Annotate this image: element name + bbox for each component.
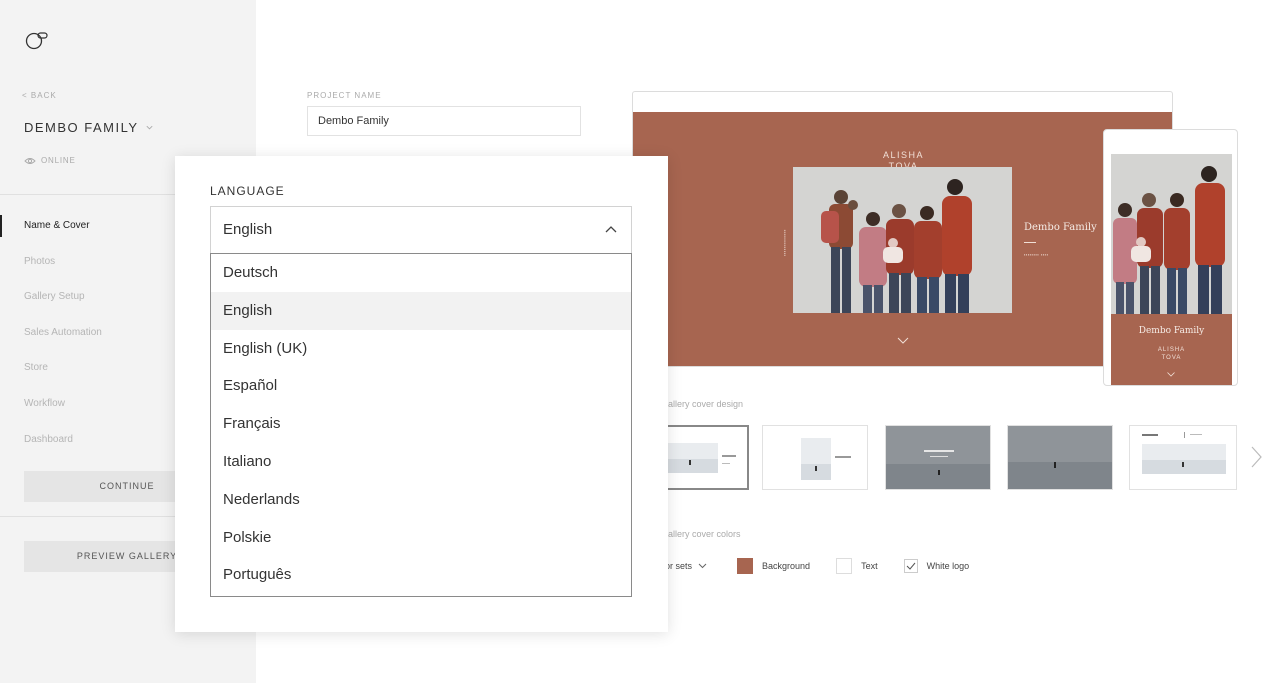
status-text: ONLINE [41,156,76,165]
project-title[interactable]: DEMBO FAMILY [24,120,154,135]
language-option-deutsch[interactable]: Deutsch [211,254,631,292]
text-swatch[interactable] [836,558,853,574]
cover-design-option[interactable] [1007,425,1113,490]
mobile-cover-background: Dembo Family ALISHA TOVA [1111,314,1232,385]
family-photo-image [793,167,1012,313]
cover-vertical-text: ▪▪▪▪▪▪▪▪▪▪▪▪▪▪ [781,229,787,256]
language-options-list: Deutsch English English (UK) Español Fra… [210,253,632,597]
project-name-label: PROJECT NAME [307,91,382,100]
cover-design-option[interactable] [664,425,749,490]
language-option-english-uk[interactable]: English (UK) [211,330,631,368]
chevron-down-icon [1167,372,1175,377]
desktop-preview: ALISHA TOVA ▪▪▪▪▪▪▪▪▪▪▪▪▪▪ Dembo Family … [632,91,1173,367]
chevron-up-icon [605,226,617,233]
project-name-input[interactable]: Dembo Family [307,106,581,136]
language-card: LANGUAGE English Deutsch English English… [175,156,668,632]
cover-photo [793,167,1012,313]
mobile-cover-photo [1111,154,1232,314]
chevron-down-icon [146,125,153,130]
eye-icon [24,157,36,164]
white-logo-checkbox[interactable] [903,559,918,573]
language-option-portugues[interactable]: Português [211,556,631,594]
cover-thumbnail-image [666,427,747,488]
mobile-cover-name-1: ALISHA [1157,347,1186,353]
mobile-cover-name-2: TOVA [1161,355,1182,361]
language-option-english[interactable]: English [211,291,631,330]
language-label: LANGUAGE [210,184,285,198]
status-indicator[interactable]: ONLINE [24,156,76,165]
language-option-polskie[interactable]: Polskie [211,519,631,557]
cover-design-label: gallery cover design [663,399,744,409]
checkmark-icon [906,562,915,570]
language-selected-value: English [223,221,273,238]
cover-design-option[interactable] [1129,425,1237,490]
language-option-francais[interactable]: Français [211,405,631,443]
white-logo-label: White logo [926,561,970,571]
chevron-right-icon[interactable] [1249,445,1263,469]
cover-date: ▪▪▪▪▪▪▪▪ ▪▪▪▪ [1024,252,1049,257]
cover-colors-label: gallery cover colors [663,529,741,539]
text-color-picker[interactable]: Text [836,558,878,574]
mobile-preview: Dembo Family ALISHA TOVA [1103,129,1238,386]
language-option-nederlands[interactable]: Nederlands [211,481,631,519]
language-option-espanol[interactable]: Español [211,367,631,405]
white-logo-toggle[interactable]: White logo [903,559,970,573]
family-photo-image [1111,154,1232,314]
cover-thumbnail-image [763,426,867,489]
text-label: Text [861,561,878,571]
logo-icon [25,32,48,50]
cover-thumbnail-image [1130,426,1236,489]
mobile-cover-names: ALISHA TOVA [1111,346,1232,362]
cover-background: ALISHA TOVA ▪▪▪▪▪▪▪▪▪▪▪▪▪▪ Dembo Family … [633,112,1172,366]
cover-name-1: ALISHA [882,150,924,160]
chevron-down-icon [897,337,909,344]
cover-design-option[interactable] [762,425,868,490]
language-select[interactable]: English [210,206,632,253]
cover-design-option[interactable] [885,425,991,490]
background-color-picker[interactable]: Background [737,558,810,574]
mobile-cover-title: Dembo Family [1138,326,1205,336]
cover-colors-row: lor sets Background Text White logo [663,556,995,576]
cover-divider [1024,242,1036,243]
chevron-down-icon [698,563,707,569]
background-swatch[interactable] [737,558,754,574]
back-link[interactable]: < BACK [22,91,57,100]
background-label: Background [762,561,811,571]
cover-title: Dembo Family [1024,222,1097,233]
color-sets-dropdown[interactable]: lor sets [663,561,707,571]
project-title-text: DEMBO FAMILY [24,120,139,135]
language-option-italiano[interactable]: Italiano [211,443,631,481]
cover-thumbnail-image [886,426,990,489]
cover-thumbnail-image [1008,426,1112,489]
